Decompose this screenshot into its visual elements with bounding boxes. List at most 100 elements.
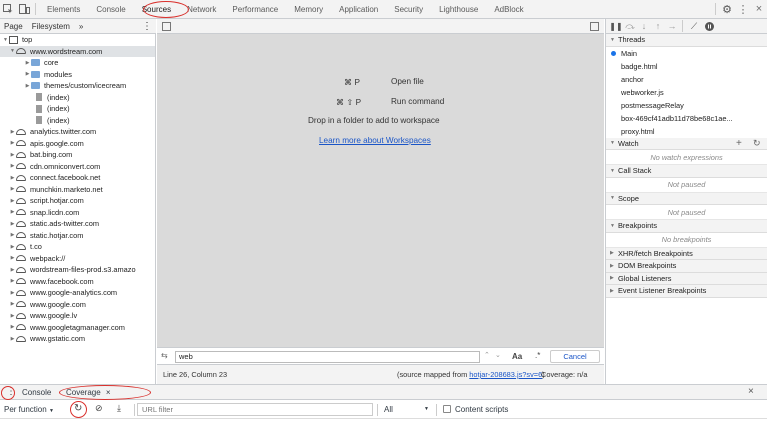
device-toolbar-icon[interactable] (16, 0, 32, 19)
call-stack-header[interactable]: ▼ Call Stack (606, 165, 767, 178)
tree-item[interactable]: ▶ www.google-analytics.com (0, 287, 155, 299)
thread-item[interactable]: Main (606, 47, 767, 60)
toggle-debugger-icon[interactable] (590, 22, 599, 31)
tree-item[interactable]: ▶ static.ads-twitter.com (0, 218, 155, 230)
collapsed-triangle-icon[interactable]: ▶ (24, 60, 31, 66)
tab-performance[interactable]: Performance (224, 0, 286, 19)
search-cancel-button[interactable]: Cancel (550, 350, 600, 363)
collapsed-triangle-icon[interactable]: ▶ (9, 152, 16, 158)
collapsed-section-header[interactable]: ▶ XHR/fetch Breakpoints (606, 247, 767, 260)
tree-item[interactable]: ▶ www.googletagmanager.com (0, 322, 155, 334)
tab-sources[interactable]: Sources (134, 0, 179, 19)
tab-application[interactable]: Application (331, 0, 386, 19)
step-icon[interactable]: → (665, 19, 679, 34)
step-over-icon[interactable]: ⤼ (623, 19, 637, 34)
refresh-watch-icon[interactable]: ↻ (753, 138, 761, 149)
tree-item[interactable]: ▶ themes/custom/icecream (0, 80, 155, 92)
collapsed-section-header[interactable]: ▶ DOM Breakpoints (606, 260, 767, 273)
thread-item[interactable]: badge.html (606, 60, 767, 73)
settings-gear-icon[interactable]: ⚙ (719, 0, 735, 19)
tree-item[interactable]: (index) (0, 92, 155, 104)
expanded-triangle-icon[interactable]: ▼ (2, 37, 9, 43)
per-function-select[interactable]: Per function ▼ (4, 405, 54, 414)
collapsed-triangle-icon[interactable]: ▶ (9, 129, 16, 135)
collapsed-triangle-icon[interactable]: ▶ (9, 221, 16, 227)
thread-item[interactable]: box-469cf41adb11d78be68c1ae... (606, 112, 767, 125)
tree-item[interactable]: ▶ cdn.omniconvert.com (0, 161, 155, 173)
tab-lighthouse[interactable]: Lighthouse (431, 0, 486, 19)
collapsed-triangle-icon[interactable]: ▶ (9, 290, 16, 296)
thread-item[interactable]: anchor (606, 73, 767, 86)
collapsed-triangle-icon[interactable]: ▶ (24, 71, 31, 77)
more-options-icon[interactable]: ⋮ (735, 0, 751, 19)
add-watch-icon[interactable]: + (736, 138, 742, 149)
tree-item[interactable]: ▶ www.google.lv (0, 310, 155, 322)
breakpoints-header[interactable]: ▼ Breakpoints (606, 220, 767, 233)
drawer-menu-icon[interactable]: ⋮ (6, 386, 16, 397)
expanded-triangle-icon[interactable]: ▼ (9, 48, 16, 54)
reload-coverage-icon[interactable]: ↻ (74, 403, 82, 414)
collapsed-triangle-icon[interactable]: ▶ (9, 209, 16, 215)
tree-item[interactable]: ▶ www.google.com (0, 299, 155, 311)
replace-toggle-icon[interactable]: ⇆ (161, 351, 168, 360)
tree-item[interactable]: ▶ bat.bing.com (0, 149, 155, 161)
collapsed-section-header[interactable]: ▶ Event Listener Breakpoints (606, 285, 767, 298)
tree-item[interactable]: ▶ static.hotjar.com (0, 230, 155, 242)
drawer-tab-coverage[interactable]: Coverage × (66, 388, 111, 397)
thread-item[interactable]: webworker.js (606, 86, 767, 99)
workspaces-link[interactable]: Learn more about Workspaces (319, 136, 431, 145)
navigator-menu-icon[interactable]: ⋮ (142, 21, 152, 32)
thread-item[interactable]: proxy.html (606, 125, 767, 138)
search-input[interactable]: web (175, 351, 480, 363)
url-filter-input[interactable] (137, 403, 373, 416)
tree-item[interactable]: ▶ script.hotjar.com (0, 195, 155, 207)
search-next-icon[interactable]: ⌄ (495, 351, 501, 359)
collapsed-section-header[interactable]: ▶ Global Listeners (606, 272, 767, 285)
collapsed-triangle-icon[interactable]: ▶ (24, 83, 31, 89)
collapsed-triangle-icon[interactable]: ▶ (9, 336, 16, 342)
nav-tab-page[interactable]: Page (4, 22, 23, 31)
tree-item[interactable]: (index) (0, 115, 155, 127)
collapsed-triangle-icon[interactable]: ▶ (9, 255, 16, 261)
scope-header[interactable]: ▼ Scope (606, 192, 767, 205)
tree-item[interactable]: ▶ wordstream-files-prod.s3.amazo (0, 264, 155, 276)
tree-item[interactable]: ▶ connect.facebook.net (0, 172, 155, 184)
tree-item[interactable]: ▶ www.facebook.com (0, 276, 155, 288)
content-scripts-checkbox[interactable] (443, 405, 451, 413)
watch-header[interactable]: ▼ Watch + ↻ (606, 137, 767, 150)
collapsed-triangle-icon[interactable]: ▶ (9, 163, 16, 169)
clear-coverage-icon[interactable]: ⊘ (95, 403, 103, 414)
collapsed-triangle-icon[interactable]: ▶ (9, 232, 16, 238)
type-filter-select[interactable]: All ▼ (384, 405, 434, 414)
drawer-tab-console[interactable]: Console (22, 388, 51, 397)
tab-console[interactable]: Console (88, 0, 133, 19)
tab-network[interactable]: Network (179, 0, 224, 19)
close-devtools-icon[interactable]: × (751, 0, 767, 19)
pause-icon[interactable]: ❚❚ (609, 19, 623, 34)
match-case-toggle[interactable]: Aa (512, 352, 522, 361)
tree-item[interactable]: ▶ www.gstatic.com (0, 333, 155, 345)
url-filter-field[interactable] (137, 403, 373, 416)
thread-item[interactable]: postmessageRelay (606, 99, 767, 112)
regex-toggle[interactable]: .* (535, 351, 540, 360)
collapsed-triangle-icon[interactable]: ▶ (9, 175, 16, 181)
collapsed-triangle-icon[interactable]: ▶ (9, 140, 16, 146)
tree-item[interactable]: ▼ www.wordstream.com (0, 45, 155, 57)
tree-item[interactable]: ▶ t.co (0, 241, 155, 253)
export-coverage-icon[interactable]: ⤓ (117, 403, 121, 414)
tab-adblock[interactable]: AdBlock (486, 0, 531, 19)
threads-header[interactable]: ▼ Threads (606, 34, 767, 47)
tree-item[interactable]: ▶ analytics.twitter.com (0, 126, 155, 138)
tree-item[interactable]: ▶ apis.google.com (0, 138, 155, 150)
source-map-link[interactable]: hotjar-208683.js?sv=6 (469, 370, 542, 379)
collapsed-triangle-icon[interactable]: ▶ (9, 313, 16, 319)
collapsed-triangle-icon[interactable]: ▶ (9, 301, 16, 307)
tab-memory[interactable]: Memory (286, 0, 331, 19)
collapsed-triangle-icon[interactable]: ▶ (9, 244, 16, 250)
tree-item[interactable]: (index) (0, 103, 155, 115)
close-drawer-icon[interactable]: × (748, 386, 754, 397)
tree-item[interactable]: ▼ top (0, 34, 155, 46)
collapsed-triangle-icon[interactable]: ▶ (9, 278, 16, 284)
nav-tab-more[interactable]: » (79, 22, 83, 31)
step-out-icon[interactable]: ↑ (651, 19, 665, 34)
